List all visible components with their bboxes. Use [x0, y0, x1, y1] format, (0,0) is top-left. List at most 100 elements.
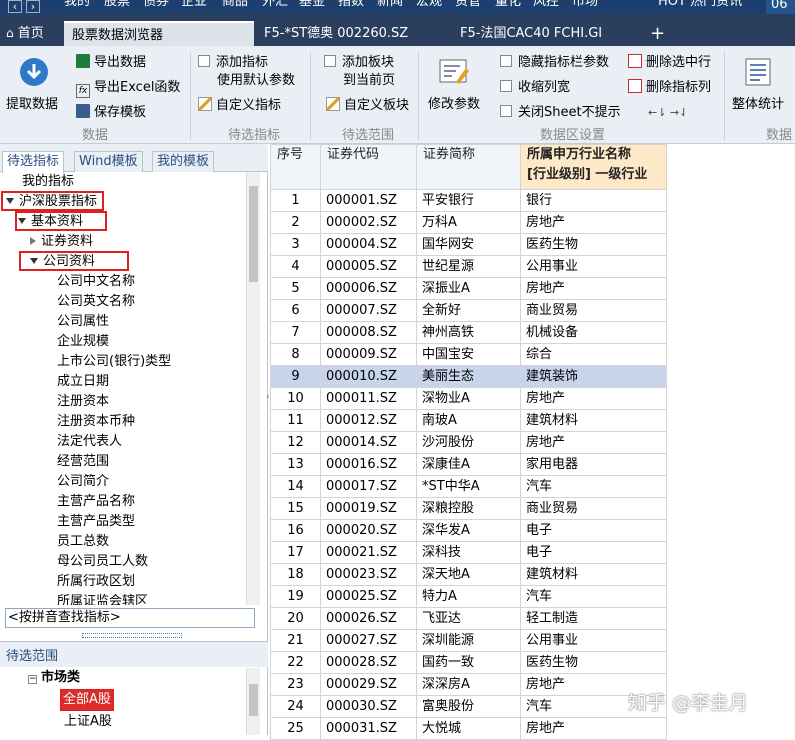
close-sheet-checkbox[interactable]: 关闭Sheet不提示	[500, 104, 621, 122]
table-row[interactable]: 6 000007.SZ 全新好 商业贸易	[270, 299, 667, 322]
cell-name[interactable]: 深粮控股	[416, 497, 521, 520]
tree-node-my-indicators[interactable]: 我的指标	[22, 172, 74, 192]
cell-industry[interactable]: 银行	[520, 189, 667, 212]
cell-code[interactable]: 000001.SZ	[320, 189, 417, 212]
cell-index[interactable]: 10	[270, 387, 321, 410]
cell-industry[interactable]: 综合	[520, 343, 667, 366]
table-row[interactable]: 17 000021.SZ 深科技 电子	[270, 541, 667, 564]
cell-code[interactable]: 000025.SZ	[320, 585, 417, 608]
cell-name[interactable]: 深圳能源	[416, 629, 521, 652]
table-row[interactable]: 12 000014.SZ 沙河股份 房地产	[270, 431, 667, 454]
custom-sector-button[interactable]: 自定义板块	[326, 97, 409, 115]
tab-my-templates[interactable]: 我的模板	[152, 151, 215, 172]
cell-name[interactable]: 富奥股份	[416, 695, 521, 718]
menu-item[interactable]: 指数	[338, 0, 364, 10]
cell-code[interactable]: 000026.SZ	[320, 607, 417, 630]
cell-name[interactable]: 深深房A	[416, 673, 521, 696]
table-row[interactable]: 10 000011.SZ 深物业A 房地产	[270, 387, 667, 410]
cell-name[interactable]: 世纪星源	[416, 255, 521, 278]
table-row[interactable]: 22 000028.SZ 国药一致 医药生物	[270, 651, 667, 674]
cell-code[interactable]: 000027.SZ	[320, 629, 417, 652]
export-excel-function-button[interactable]: fx 导出Excel函数	[76, 79, 180, 98]
scrollbar-thumb[interactable]	[249, 684, 258, 716]
indicator-item[interactable]: 母公司员工人数	[57, 552, 148, 572]
tab-stock-browser[interactable]: 股票数据浏览器	[64, 21, 254, 46]
cell-code[interactable]: 000031.SZ	[320, 717, 417, 740]
hide-params-checkbox[interactable]: 隐藏指标栏参数	[500, 54, 609, 72]
move-column-arrows-icon[interactable]: ←⇂ →⇃	[648, 104, 688, 122]
indicator-item[interactable]: 注册资本	[57, 392, 109, 412]
table-row[interactable]: 7 000008.SZ 神州高铁 机械设备	[270, 321, 667, 344]
tree-scrollbar[interactable]	[246, 172, 260, 605]
table-row[interactable]: 20 000026.SZ 飞亚达 轻工制造	[270, 607, 667, 630]
cell-industry[interactable]: 轻工制造	[520, 607, 667, 630]
cell-index[interactable]: 14	[270, 475, 321, 498]
cell-code[interactable]: 000028.SZ	[320, 651, 417, 674]
cell-code[interactable]: 000008.SZ	[320, 321, 417, 344]
indicator-item[interactable]: 经营范围	[57, 452, 109, 472]
menu-item[interactable]: 资管	[455, 0, 481, 10]
tab-stock-detail[interactable]: F5-*ST德奥 002260.SZ	[264, 21, 408, 46]
cell-index[interactable]: 23	[270, 673, 321, 696]
cell-index[interactable]: 13	[270, 453, 321, 476]
cell-index[interactable]: 18	[270, 563, 321, 586]
table-row[interactable]: 1 000001.SZ 平安银行 银行	[270, 189, 667, 212]
col-header-industry[interactable]: 所属申万行业名称 [行业级别] 一级行业	[520, 144, 667, 190]
indicator-item[interactable]: 主营产品类型	[57, 512, 135, 532]
cell-code[interactable]: 000016.SZ	[320, 453, 417, 476]
table-row[interactable]: 2 000002.SZ 万科A 房地产	[270, 211, 667, 234]
indicator-item[interactable]: 所属证监会辖区	[57, 592, 148, 605]
cell-name[interactable]: *ST中华A	[416, 475, 521, 498]
cell-name[interactable]: 飞亚达	[416, 607, 521, 630]
indicator-item[interactable]: 上市公司(银行)类型	[57, 352, 171, 372]
table-row[interactable]: 8 000009.SZ 中国宝安 综合	[270, 343, 667, 366]
cell-industry[interactable]: 公用事业	[520, 255, 667, 278]
forward-icon[interactable]: ›	[26, 0, 40, 13]
cell-index[interactable]: 17	[270, 541, 321, 564]
cell-industry[interactable]: 医药生物	[520, 651, 667, 674]
cell-name[interactable]: 深华发A	[416, 519, 521, 542]
cell-code[interactable]: 000023.SZ	[320, 563, 417, 586]
indicator-item[interactable]: 公司中文名称	[57, 272, 135, 292]
cell-code[interactable]: 000011.SZ	[320, 387, 417, 410]
tab-candidate-indicators[interactable]: 待选指标	[2, 151, 65, 173]
indicator-item[interactable]: 成立日期	[57, 372, 109, 392]
cell-code[interactable]: 000006.SZ	[320, 277, 417, 300]
cell-name[interactable]: 中国宝安	[416, 343, 521, 366]
cell-name[interactable]: 全新好	[416, 299, 521, 322]
indicator-item[interactable]: 公司简介	[57, 472, 109, 492]
menu-item[interactable]: 新闻	[377, 0, 403, 10]
cell-name[interactable]: 沙河股份	[416, 431, 521, 454]
collapse-icon[interactable]	[30, 237, 36, 245]
table-row[interactable]: 9 000010.SZ 美丽生态 建筑装饰	[270, 365, 667, 388]
indicator-item[interactable]: 公司属性	[57, 312, 109, 332]
add-sector-checkbox[interactable]: 添加板块	[324, 54, 394, 72]
table-row[interactable]: 25 000031.SZ 大悦城 房地产	[270, 717, 667, 740]
cell-code[interactable]: 000004.SZ	[320, 233, 417, 256]
menu-item[interactable]: 企业	[181, 0, 207, 10]
cell-code[interactable]: 000014.SZ	[320, 431, 417, 454]
menu-item[interactable]: 股票	[104, 0, 130, 10]
cell-name[interactable]: 神州高铁	[416, 321, 521, 344]
indicator-item[interactable]: 所属行政区划	[57, 572, 135, 592]
cell-index[interactable]: 21	[270, 629, 321, 652]
cell-index[interactable]: 25	[270, 717, 321, 740]
table-row[interactable]: 23 000029.SZ 深深房A 房地产	[270, 673, 667, 696]
tree-node-security-info[interactable]: 证券资料	[30, 232, 93, 252]
cell-code[interactable]: 000012.SZ	[320, 409, 417, 432]
custom-indicator-button[interactable]: 自定义指标	[198, 97, 281, 115]
hot-news-link[interactable]: HOT 热门资讯	[658, 0, 742, 10]
cell-index[interactable]: 7	[270, 321, 321, 344]
cell-industry[interactable]: 商业贸易	[520, 299, 667, 322]
cell-name[interactable]: 深科技	[416, 541, 521, 564]
cell-index[interactable]: 19	[270, 585, 321, 608]
delete-indicator-col-button[interactable]: 删除指标列	[628, 79, 711, 97]
cell-name[interactable]: 大悦城	[416, 717, 521, 740]
indicator-item[interactable]: 公司英文名称	[57, 292, 135, 312]
table-row[interactable]: 11 000012.SZ 南玻A 建筑材料	[270, 409, 667, 432]
delete-selected-row-button[interactable]: 删除选中行	[628, 54, 711, 72]
cell-code[interactable]: 000009.SZ	[320, 343, 417, 366]
back-icon[interactable]: ‹	[8, 0, 22, 13]
cell-name[interactable]: 深康佳A	[416, 453, 521, 476]
cell-index[interactable]: 6	[270, 299, 321, 322]
